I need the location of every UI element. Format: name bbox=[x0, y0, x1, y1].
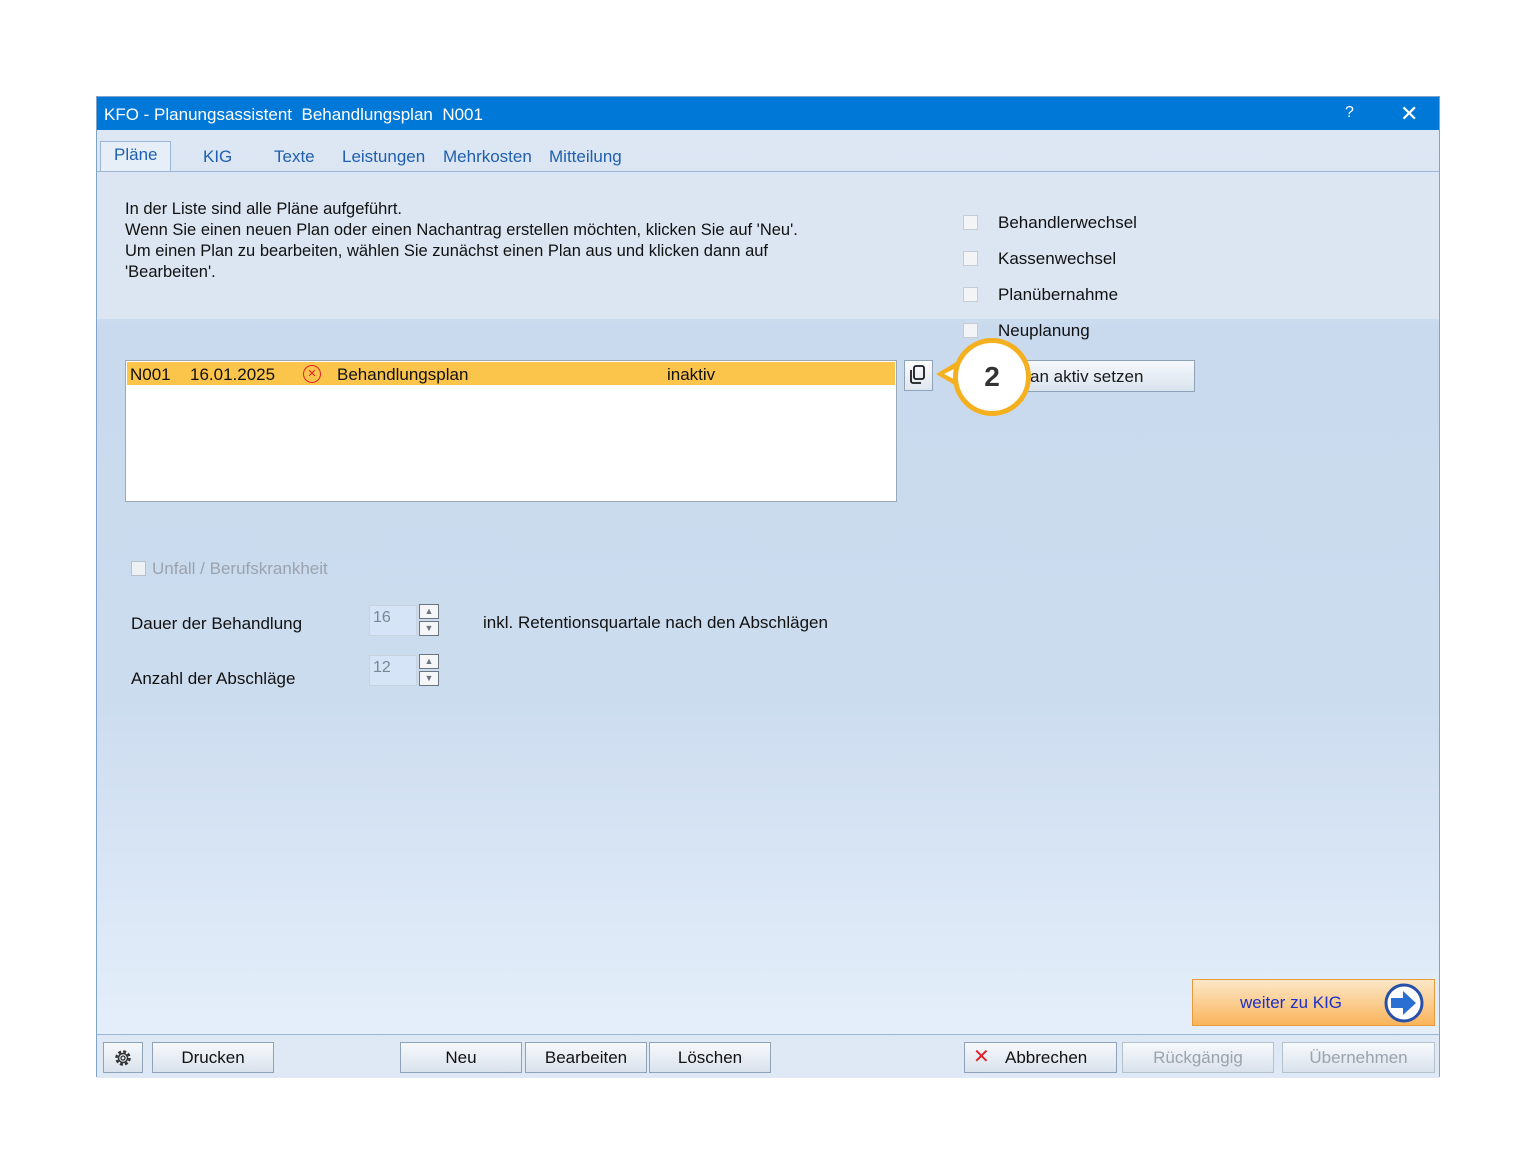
close-button[interactable]: ✕ bbox=[1400, 101, 1418, 127]
weiter-zu-kig-button[interactable]: weiter zu KIG bbox=[1192, 979, 1435, 1026]
bearbeiten-button[interactable]: Bearbeiten bbox=[525, 1042, 647, 1073]
behandlerwechsel-label: Behandlerwechsel bbox=[998, 213, 1137, 232]
tab-leistungen[interactable]: Leistungen bbox=[342, 147, 425, 167]
plan-list[interactable]: N001 16.01.2025 ✕ Behandlungsplan inakti… bbox=[125, 360, 897, 502]
arrow-right-circle-icon bbox=[1384, 983, 1424, 1023]
step-callout: 2 bbox=[953, 338, 1031, 416]
settings-button[interactable] bbox=[103, 1042, 143, 1073]
kassenwechsel-checkbox[interactable] bbox=[963, 251, 978, 266]
copy-plan-button[interactable] bbox=[904, 360, 933, 391]
abbrechen-button[interactable]: ✕ Abbrechen bbox=[964, 1042, 1117, 1073]
tab-plaene[interactable]: Pläne bbox=[100, 141, 172, 173]
dauer-down-icon[interactable]: ▼ bbox=[419, 621, 439, 636]
list-item[interactable]: N001 16.01.2025 ✕ Behandlungsplan inakti… bbox=[127, 362, 895, 385]
help-button[interactable]: ? bbox=[1345, 104, 1354, 122]
tab-bar: Pläne KIG Texte Leistungen Mehrkosten Mi… bbox=[97, 137, 1439, 173]
plan-date: 16.01.2025 bbox=[190, 365, 276, 384]
dauer-input[interactable]: 16 bbox=[369, 605, 417, 636]
unfall-label: Unfall / Berufskrankheit bbox=[152, 559, 328, 578]
gear-icon bbox=[115, 1050, 131, 1066]
retention-note: inkl. Retentionsquartale nach den Abschl… bbox=[483, 613, 828, 632]
plan-id: N001 bbox=[130, 365, 171, 384]
anzahl-label: Anzahl der Abschläge bbox=[131, 669, 296, 688]
window-title: KFO - Planungsassistent Behandlungsplan … bbox=[104, 105, 483, 124]
tab-mitteilung[interactable]: Mitteilung bbox=[549, 147, 622, 167]
planuebernahme-label: Planübernahme bbox=[998, 285, 1119, 304]
cancel-x-icon: ✕ bbox=[973, 1046, 990, 1068]
intro-line-1: In der Liste sind alle Pläne aufgeführt. bbox=[125, 200, 403, 218]
plan-aktiv-setzen-label: an aktiv setzen bbox=[1030, 367, 1144, 386]
plan-status: inaktiv bbox=[667, 365, 716, 384]
neuplanung-checkbox[interactable] bbox=[963, 323, 978, 338]
intro-line-2: Wenn Sie einen neuen Plan oder einen Nac… bbox=[125, 221, 798, 239]
title-bar: KFO - Planungsassistent Behandlungsplan … bbox=[97, 97, 1439, 130]
planuebernahme-checkbox[interactable] bbox=[963, 287, 978, 302]
anzahl-down-icon[interactable]: ▼ bbox=[419, 671, 439, 686]
dauer-up-icon[interactable]: ▲ bbox=[419, 604, 439, 619]
plan-type: Behandlungsplan bbox=[337, 365, 469, 384]
anzahl-input[interactable]: 12 bbox=[369, 655, 417, 686]
error-circle-icon: ✕ bbox=[303, 365, 321, 383]
rueckgaengig-button[interactable]: Rückgängig bbox=[1122, 1042, 1274, 1073]
planungsassistent-window: KFO - Planungsassistent Behandlungsplan … bbox=[96, 96, 1440, 1078]
weiter-zu-kig-label: weiter zu KIG bbox=[1240, 993, 1343, 1012]
anzahl-stepper[interactable]: ▲ ▼ bbox=[419, 654, 439, 687]
intro-text: In der Liste sind alle Pläne aufgeführt.… bbox=[125, 199, 798, 283]
tab-texte[interactable]: Texte bbox=[274, 147, 315, 167]
tab-mehrkosten[interactable]: Mehrkosten bbox=[443, 147, 532, 167]
anzahl-up-icon[interactable]: ▲ bbox=[419, 654, 439, 669]
kassenwechsel-label: Kassenwechsel bbox=[998, 249, 1117, 268]
behandlerwechsel-checkbox[interactable] bbox=[963, 215, 978, 230]
drucken-button[interactable]: Drucken bbox=[152, 1042, 274, 1073]
abbrechen-label: Abbrechen bbox=[1005, 1048, 1088, 1067]
dauer-stepper[interactable]: ▲ ▼ bbox=[419, 604, 439, 637]
bottom-toolbar: Drucken Neu Bearbeiten Löschen ✕ Abbrech… bbox=[97, 1034, 1439, 1078]
uebernehmen-button[interactable]: Übernehmen bbox=[1282, 1042, 1435, 1073]
dauer-label: Dauer der Behandlung bbox=[131, 614, 303, 633]
neuplanung-label: Neuplanung bbox=[998, 321, 1090, 340]
intro-line-4: 'Bearbeiten'. bbox=[125, 263, 216, 281]
loeschen-button[interactable]: Löschen bbox=[649, 1042, 771, 1073]
intro-line-3: Um einen Plan zu bearbeiten, wählen Sie … bbox=[125, 242, 769, 260]
neu-button[interactable]: Neu bbox=[400, 1042, 522, 1073]
unfall-checkbox bbox=[131, 561, 146, 576]
copy-icon bbox=[910, 365, 925, 384]
tab-kig[interactable]: KIG bbox=[203, 147, 232, 167]
